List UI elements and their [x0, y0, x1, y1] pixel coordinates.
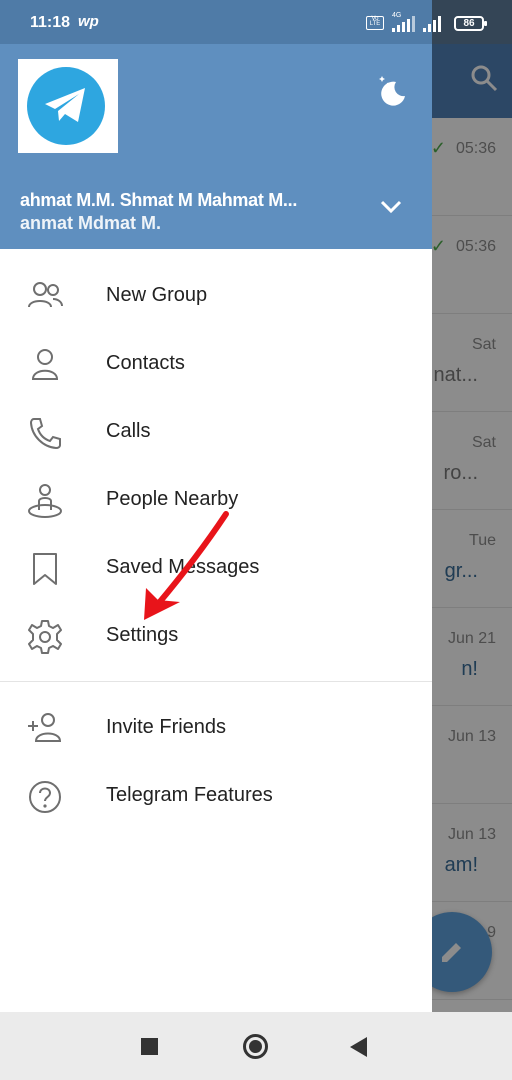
menu-item-people-nearby[interactable]: People Nearby: [0, 466, 432, 534]
menu-item-settings[interactable]: Settings: [0, 602, 432, 670]
menu-item-saved-messages[interactable]: Saved Messages: [0, 534, 432, 602]
night-mode-icon[interactable]: [372, 72, 408, 106]
menu-item-label: Calls: [106, 420, 151, 442]
menu-item-telegram-features[interactable]: Telegram Features: [0, 762, 432, 830]
back-button[interactable]: [350, 1037, 367, 1057]
phone-icon: [29, 418, 61, 450]
menu-item-label: Contacts: [106, 352, 185, 374]
contact-icon: [31, 349, 59, 380]
battery-icon: 86: [454, 16, 487, 31]
add-person-icon: [28, 713, 62, 742]
menu-item-new-group[interactable]: New Group: [0, 262, 432, 330]
account-name-line2: anmat Mdmat M.: [20, 213, 162, 233]
menu-item-invite-friends[interactable]: Invite Friends: [0, 694, 432, 762]
chevron-down-icon[interactable]: [378, 196, 404, 216]
signal-icon: [392, 16, 415, 32]
volte-icon: Vo LTE: [366, 16, 384, 30]
bookmark-icon: [33, 553, 57, 585]
menu-item-label: People Nearby: [106, 488, 239, 510]
status-bar: 11:18 wp Vo LTE 4G: [0, 0, 432, 44]
question-icon: [29, 781, 61, 813]
system-nav-bar: [0, 1012, 512, 1080]
menu-item-label: Telegram Features: [106, 784, 273, 806]
home-button[interactable]: [243, 1034, 268, 1059]
menu-item-label: Saved Messages: [106, 556, 260, 578]
avatar[interactable]: [18, 59, 118, 153]
menu-item-label: New Group: [106, 284, 208, 306]
recents-button[interactable]: [141, 1038, 158, 1055]
menu-item-label: Settings: [106, 624, 179, 646]
gear-icon: [28, 620, 62, 654]
signal-icon: [423, 16, 441, 32]
status-bar-right: 86: [423, 0, 512, 44]
menu-item-contacts[interactable]: Contacts: [0, 330, 432, 398]
telegram-logo-icon: [27, 67, 105, 145]
people-nearby-icon: [28, 484, 62, 518]
group-icon: [28, 282, 63, 308]
navigation-drawer: ahmat M.M. Shmat M Mahmat M... anmat Mdm…: [0, 0, 432, 1012]
carrier-icon: wp: [78, 13, 99, 30]
status-clock: 11:18: [30, 14, 71, 31]
account-name: ahmat M.M. Shmat M Mahmat M...: [20, 190, 298, 210]
menu-item-calls[interactable]: Calls: [0, 398, 432, 466]
menu-divider: [0, 681, 432, 682]
menu-item-label: Invite Friends: [106, 716, 227, 738]
